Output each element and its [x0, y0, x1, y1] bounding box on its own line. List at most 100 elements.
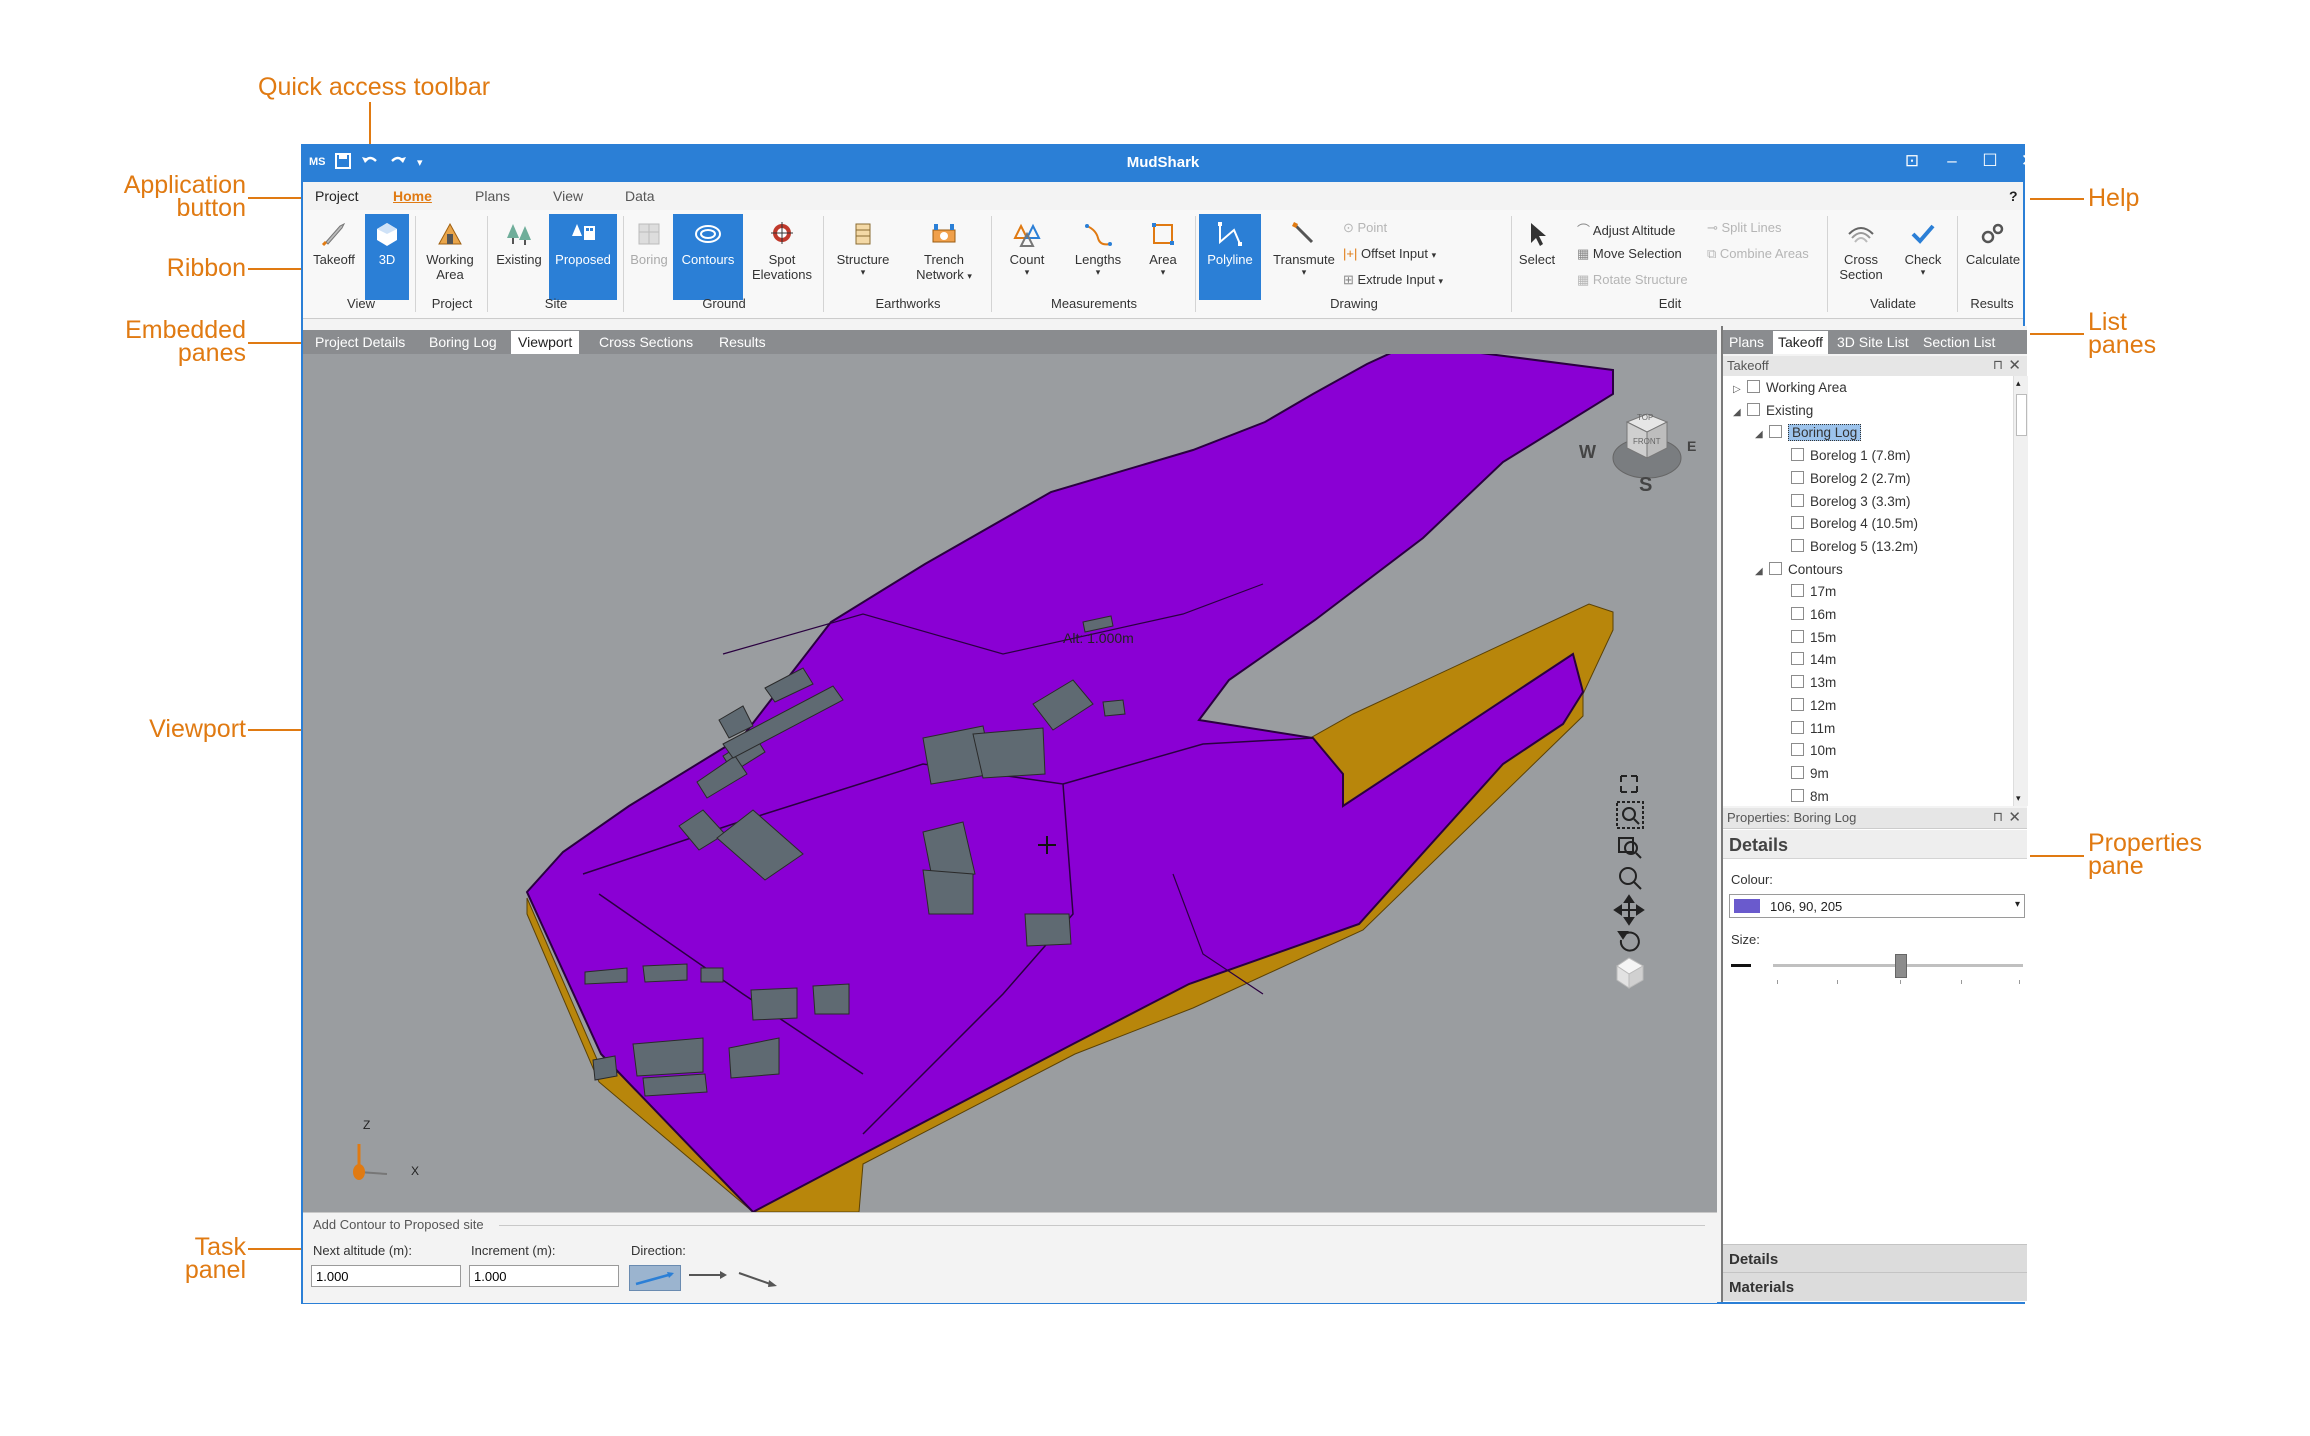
expand-arrow-icon[interactable]: ▷ — [1733, 384, 1747, 395]
rotate-view-icon[interactable] — [1617, 931, 1640, 952]
direction-down-button[interactable] — [735, 1265, 781, 1289]
pin-icon[interactable]: ⊓ — [1993, 357, 2003, 373]
tree-item[interactable]: ◢ Contours — [1755, 561, 1843, 582]
tree-item[interactable]: Borelog 1 (7.8m) — [1777, 448, 1911, 468]
polyline-button[interactable]: Polyline — [1199, 214, 1261, 300]
tab-project-details[interactable]: Project Details — [315, 334, 405, 350]
tree-checkbox[interactable] — [1791, 720, 1804, 734]
tab-boring-log[interactable]: Boring Log — [429, 334, 497, 350]
tree-checkbox[interactable] — [1791, 516, 1804, 530]
tree-item[interactable]: Borelog 4 (10.5m) — [1777, 516, 1918, 536]
tree-item[interactable]: ◢ Existing — [1733, 402, 1813, 423]
move-selection-button[interactable]: ▦ Move Selection — [1577, 246, 1682, 262]
offset-input-button[interactable]: |+| Offset Input ▾ — [1343, 246, 1436, 261]
tree-item[interactable]: ▷ Working Area — [1733, 380, 1847, 400]
tab-list-plans[interactable]: Plans — [1729, 334, 1764, 350]
help-button[interactable]: ? — [2009, 188, 2018, 204]
tree-item[interactable]: 9m — [1777, 765, 1829, 786]
application-button[interactable]: Project — [315, 188, 359, 204]
3d-button[interactable]: 3D — [365, 214, 409, 300]
adjust-altitude-button[interactable]: ⌒ Adjust Altitude — [1577, 220, 1675, 239]
tree-item[interactable]: 15m — [1777, 629, 1836, 650]
contours-button[interactable]: Contours — [673, 214, 743, 300]
tree-checkbox[interactable] — [1791, 448, 1804, 462]
scroll-down-icon[interactable]: ▾ — [2016, 793, 2021, 804]
check-button[interactable]: Check ▾ — [1895, 214, 1951, 290]
scroll-up-icon[interactable]: ▴ — [2016, 378, 2021, 389]
existing-button[interactable]: Existing — [491, 214, 547, 290]
increment-input[interactable] — [469, 1265, 619, 1287]
direction-flat-button[interactable] — [685, 1265, 731, 1289]
maximize-button[interactable]: ☐ — [1975, 151, 2005, 171]
tree-checkbox[interactable] — [1791, 629, 1804, 643]
trench-network-button[interactable]: Trench Network ▾ — [903, 214, 985, 290]
tree-item[interactable]: 16m — [1777, 607, 1836, 627]
tree-checkbox[interactable] — [1791, 743, 1804, 757]
tree-checkbox[interactable] — [1769, 561, 1782, 575]
tree-checkbox[interactable] — [1791, 697, 1804, 711]
zoom-window-icon[interactable] — [1616, 801, 1644, 829]
tree-item[interactable]: Borelog 2 (2.7m) — [1777, 470, 1911, 491]
expand-arrow-icon[interactable]: ◢ — [1733, 407, 1747, 418]
view-cube[interactable] — [1612, 413, 1682, 479]
close-icon[interactable]: ✕ — [2008, 808, 2021, 826]
tree-item[interactable]: Borelog 5 (13.2m) — [1777, 538, 1918, 559]
direction-up-button[interactable] — [629, 1265, 681, 1291]
tab-view[interactable]: View — [553, 188, 583, 204]
area-button[interactable]: Area ▾ — [1137, 214, 1189, 290]
slider-thumb[interactable] — [1895, 954, 1907, 978]
tree-item[interactable]: 13m — [1777, 675, 1836, 695]
structure-button[interactable]: Structure ▾ — [827, 214, 899, 290]
tab-details[interactable]: Details — [1723, 1244, 2027, 1273]
tree-checkbox[interactable] — [1747, 380, 1760, 393]
tab-data[interactable]: Data — [625, 188, 655, 204]
spot-elevations-button[interactable]: Spot Elevations — [747, 214, 817, 290]
tab-list-3d-site-list[interactable]: 3D Site List — [1837, 334, 1909, 350]
tab-plans[interactable]: Plans — [475, 188, 510, 204]
site-model[interactable] — [303, 354, 1717, 1212]
next-altitude-input[interactable] — [311, 1265, 461, 1287]
tree-checkbox[interactable] — [1791, 788, 1804, 802]
tree-checkbox[interactable] — [1791, 584, 1804, 598]
tree-checkbox[interactable] — [1791, 493, 1804, 507]
tree-item[interactable]: ◢ Boring Log — [1755, 424, 1862, 445]
tree-checkbox[interactable] — [1769, 425, 1782, 439]
tree-checkbox[interactable] — [1791, 607, 1804, 620]
3d-viewport[interactable]: Alt: 1.000m TOP FRONT W E S Z X — [303, 354, 1717, 1212]
colour-dropdown[interactable]: 106, 90, 205 ▾ — [1729, 894, 2025, 918]
tree-checkbox[interactable] — [1791, 652, 1804, 666]
calculate-button[interactable]: Calculate — [1961, 214, 2025, 290]
tab-results[interactable]: Results — [719, 334, 766, 350]
pin-icon[interactable]: ⊓ — [1993, 809, 2003, 825]
tab-cross-sections[interactable]: Cross Sections — [599, 334, 693, 350]
tab-list-takeoff[interactable]: Takeoff — [1773, 331, 1828, 354]
tree-scrollbar[interactable]: ▴ ▾ — [2013, 376, 2028, 806]
zoom-icon[interactable] — [1619, 867, 1642, 890]
tree-checkbox[interactable] — [1791, 470, 1804, 484]
tab-list-section-list[interactable]: Section List — [1923, 334, 1995, 350]
zoom-selection-icon[interactable] — [1618, 837, 1642, 859]
close-button[interactable]: ✕ — [2013, 151, 2043, 171]
tab-viewport[interactable]: Viewport — [511, 331, 580, 354]
expand-arrow-icon[interactable]: ◢ — [1755, 566, 1769, 577]
tree-item[interactable]: 8m — [1777, 788, 1829, 809]
tree-item[interactable]: 12m — [1777, 697, 1836, 718]
tree-item[interactable]: 14m — [1777, 652, 1836, 672]
home-view-icon[interactable] — [1616, 957, 1645, 989]
restore-pane-icon[interactable]: ⊡ — [1897, 151, 1927, 171]
tree-checkbox[interactable] — [1791, 765, 1804, 779]
tree-item[interactable]: Borelog 3 (3.3m) — [1777, 493, 1911, 514]
tree-checkbox[interactable] — [1791, 675, 1804, 689]
tree-checkbox[interactable] — [1747, 402, 1760, 416]
tree-item[interactable]: 10m — [1777, 743, 1836, 763]
combine-areas-button[interactable]: ⧉ Combine Areas — [1707, 246, 1809, 262]
rotate-structure-button[interactable]: ▦ Rotate Structure — [1577, 272, 1688, 288]
tab-materials[interactable]: Materials — [1723, 1272, 2027, 1301]
boring-button[interactable]: Boring — [627, 214, 671, 290]
extrude-input-button[interactable]: ⊞ Extrude Input ▾ — [1343, 272, 1443, 288]
size-slider[interactable] — [1773, 952, 2023, 984]
select-button[interactable]: Select — [1515, 214, 1559, 290]
pan-icon[interactable] — [1613, 894, 1645, 926]
cross-section-button[interactable]: Cross Section — [1831, 214, 1891, 290]
tree-item[interactable]: 11m — [1777, 720, 1835, 741]
